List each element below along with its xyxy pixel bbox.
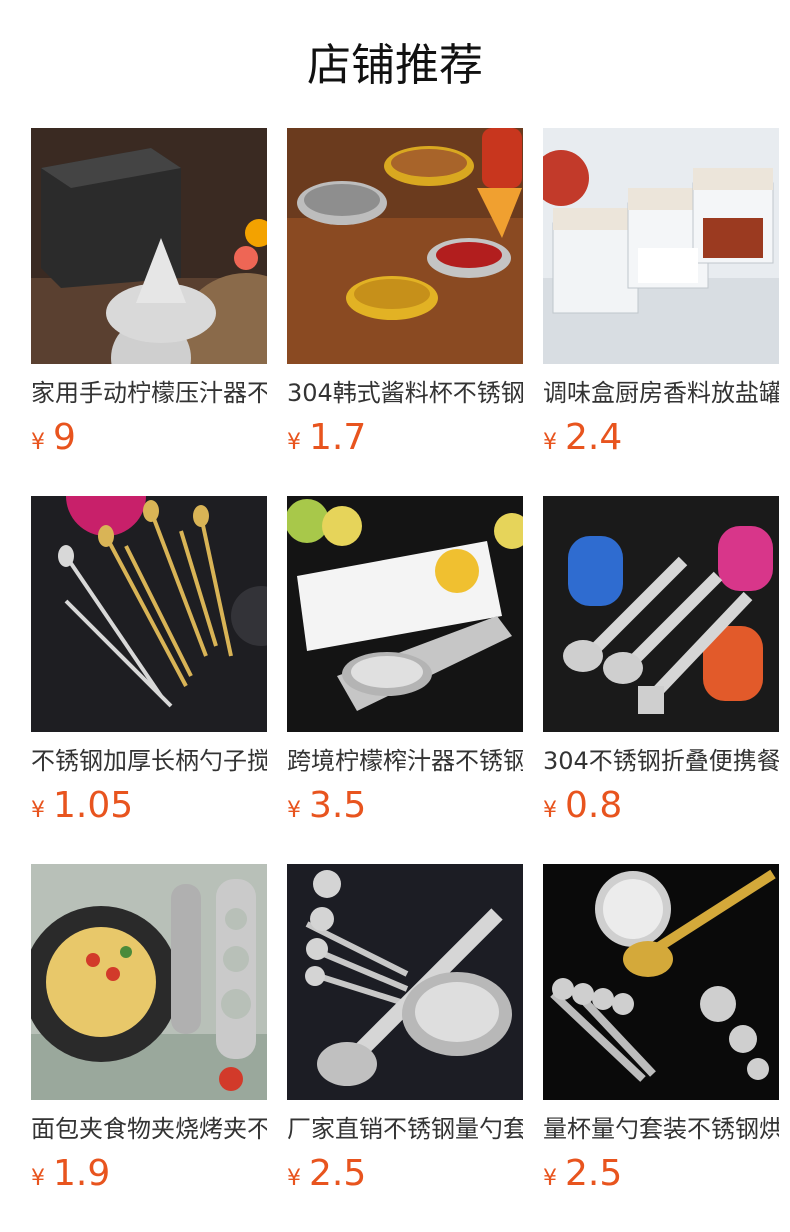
product-price: ¥2.4 <box>543 418 779 458</box>
product-grid: 家用手动柠檬压汁器不锈钢 ¥9 304韩式酱料杯不锈钢调料碟 <box>31 128 781 1232</box>
product-name[interactable]: 量杯量勺套装不锈钢烘焙 <box>543 1114 779 1144</box>
currency-symbol: ¥ <box>543 1166 557 1191</box>
product-price: ¥2.5 <box>543 1154 779 1194</box>
product-image[interactable] <box>543 128 779 364</box>
currency-symbol: ¥ <box>543 430 557 455</box>
product-price: ¥3.5 <box>287 786 523 826</box>
product-name[interactable]: 厂家直销不锈钢量勺套装 <box>287 1114 523 1144</box>
currency-symbol: ¥ <box>543 798 557 823</box>
product-price: ¥1.05 <box>31 786 267 826</box>
product-price: ¥0.8 <box>543 786 779 826</box>
currency-symbol: ¥ <box>31 430 45 455</box>
product-name[interactable]: 跨境柠檬榨汁器不锈钢 <box>287 746 523 776</box>
product-card[interactable]: 家用手动柠檬压汁器不锈钢 ¥9 <box>31 128 267 496</box>
product-name[interactable]: 面包夹食物夹烧烤夹不锈钢 <box>31 1114 267 1144</box>
currency-symbol: ¥ <box>287 430 301 455</box>
product-name[interactable]: 304韩式酱料杯不锈钢调料碟 <box>287 378 523 408</box>
price-value: 1.9 <box>53 1153 111 1194</box>
currency-symbol: ¥ <box>287 1166 301 1191</box>
product-image[interactable] <box>543 864 779 1100</box>
price-value: 0.8 <box>565 785 623 826</box>
product-image[interactable] <box>287 496 523 732</box>
product-name[interactable]: 调味盒厨房香料放盐罐 <box>543 378 779 408</box>
page-title: 店铺推荐 <box>307 40 483 91</box>
product-price: ¥1.7 <box>287 418 523 458</box>
price-value: 9 <box>53 417 76 458</box>
price-value: 1.05 <box>53 785 134 826</box>
product-card[interactable]: 量杯量勺套装不锈钢烘焙 ¥2.5 <box>543 864 779 1232</box>
price-value: 1.7 <box>309 417 367 458</box>
price-value: 2.5 <box>309 1153 367 1194</box>
product-image[interactable] <box>31 128 267 364</box>
product-price: ¥9 <box>31 418 267 458</box>
product-card[interactable]: 面包夹食物夹烧烤夹不锈钢 ¥1.9 <box>31 864 267 1232</box>
currency-symbol: ¥ <box>287 798 301 823</box>
product-name[interactable]: 不锈钢加厚长柄勺子搅拌勺 <box>31 746 267 776</box>
product-image[interactable] <box>31 496 267 732</box>
product-card[interactable]: 304不锈钢折叠便携餐具 ¥0.8 <box>543 496 779 864</box>
product-price: ¥2.5 <box>287 1154 523 1194</box>
currency-symbol: ¥ <box>31 1166 45 1191</box>
price-value: 2.4 <box>565 417 623 458</box>
product-card[interactable]: 不锈钢加厚长柄勺子搅拌勺 ¥1.05 <box>31 496 267 864</box>
product-image[interactable] <box>287 864 523 1100</box>
currency-symbol: ¥ <box>31 798 45 823</box>
product-card[interactable]: 厂家直销不锈钢量勺套装 ¥2.5 <box>287 864 523 1232</box>
product-name[interactable]: 家用手动柠檬压汁器不锈钢 <box>31 378 267 408</box>
product-image[interactable] <box>31 864 267 1100</box>
product-name[interactable]: 304不锈钢折叠便携餐具 <box>543 746 779 776</box>
product-card[interactable]: 304韩式酱料杯不锈钢调料碟 ¥1.7 <box>287 128 523 496</box>
price-value: 2.5 <box>565 1153 623 1194</box>
product-card[interactable]: 调味盒厨房香料放盐罐 ¥2.4 <box>543 128 779 496</box>
price-value: 3.5 <box>309 785 367 826</box>
product-price: ¥1.9 <box>31 1154 267 1194</box>
product-card[interactable]: 跨境柠檬榨汁器不锈钢 ¥3.5 <box>287 496 523 864</box>
product-image[interactable] <box>287 128 523 364</box>
product-image[interactable] <box>543 496 779 732</box>
